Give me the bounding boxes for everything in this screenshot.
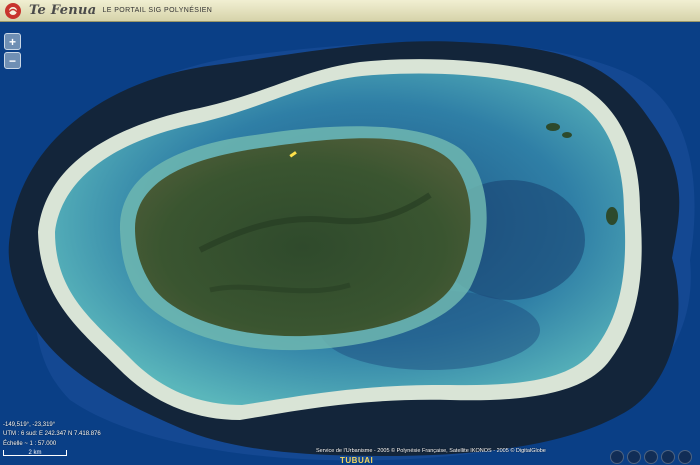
cursor-coordinates: -149,519°, -23,319° <box>3 422 56 428</box>
map-tool-button[interactable] <box>610 450 624 464</box>
polynesia-emblem-icon[interactable] <box>3 2 23 20</box>
scale-ratio: Échelle ~ 1 : 57.000 <box>3 441 57 447</box>
brand-logo-text[interactable]: Te Fenua <box>29 3 97 18</box>
imagery-attribution: Service de l'Urbanisme - 2005 © Polynési… <box>316 448 546 454</box>
map-tool-button[interactable] <box>678 450 692 464</box>
zoom-in-button[interactable]: + <box>4 33 21 50</box>
zoom-out-button[interactable]: − <box>4 52 21 69</box>
utm-coordinates: UTM : 6 sud: E 242.347 N 7.418.876 <box>3 431 101 437</box>
map-tools <box>610 450 692 464</box>
map-tool-button[interactable] <box>627 450 641 464</box>
map-tool-button[interactable] <box>644 450 658 464</box>
satellite-imagery <box>0 22 700 464</box>
header-bar: Te Fenua LE PORTAIL SIG POLYNÉSIEN <box>0 0 700 22</box>
scale-bar: 2 km <box>3 450 67 456</box>
map-tool-button[interactable] <box>661 450 675 464</box>
portal-tagline: LE PORTAIL SIG POLYNÉSIEN <box>102 7 213 14</box>
satellite-map-view[interactable] <box>0 22 700 464</box>
